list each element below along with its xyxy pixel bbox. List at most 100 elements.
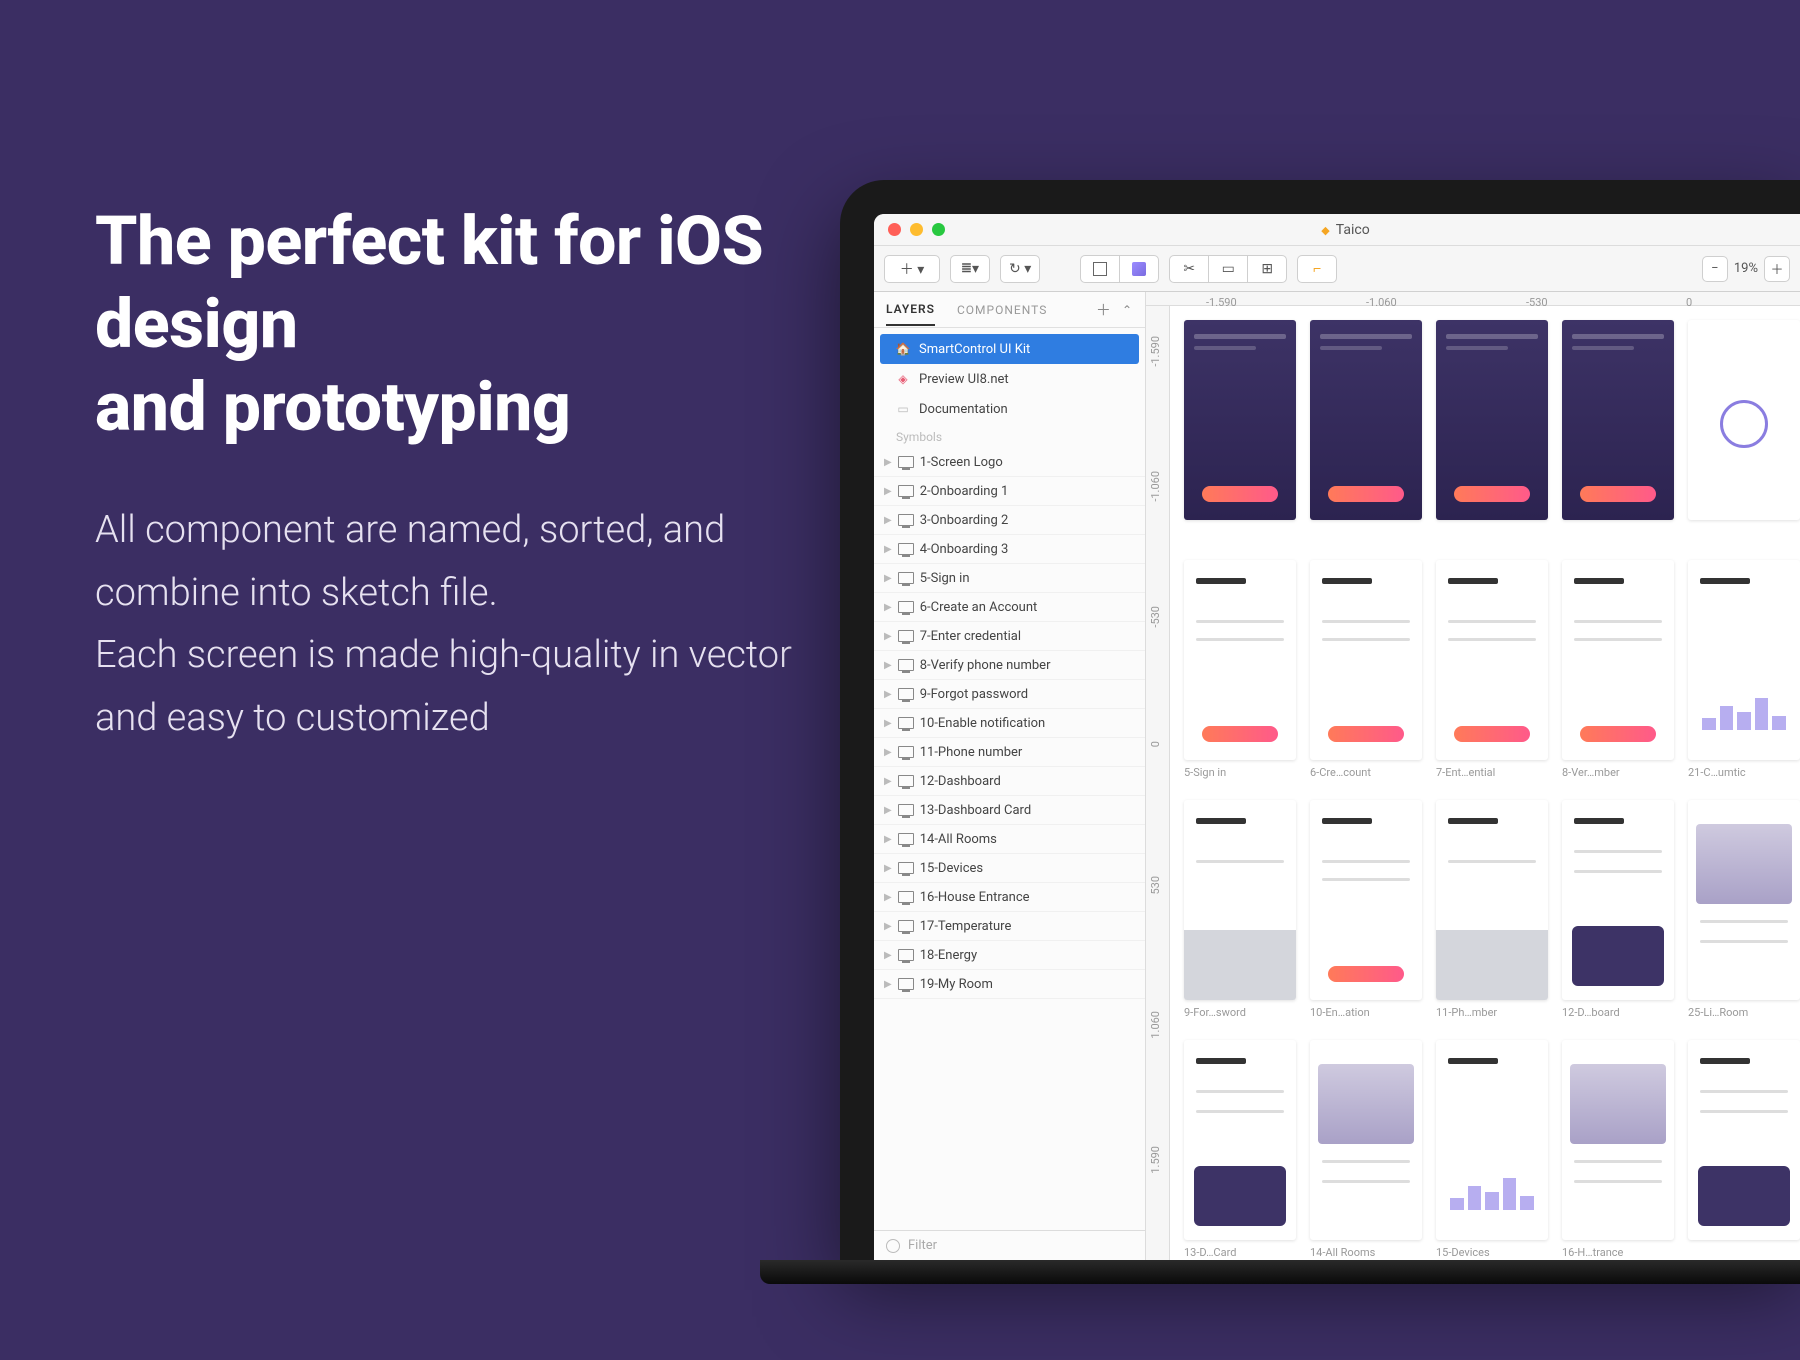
artboard-card[interactable]: 16-H…trance xyxy=(1562,1040,1674,1260)
layer-row[interactable]: ▶ 5-Sign in xyxy=(874,564,1145,593)
hero-body: All component are named, sorted, and com… xyxy=(95,499,855,750)
layer-row[interactable]: ▶11-Phone number xyxy=(874,738,1145,767)
artboard-icon xyxy=(898,543,914,555)
artboard-card[interactable] xyxy=(1562,320,1674,540)
artboard-card[interactable]: 9-For…sword xyxy=(1184,800,1296,1020)
layer-label: 12-Dashboard xyxy=(920,774,1001,789)
artboard-card[interactable]: 6-Cre…count xyxy=(1310,560,1422,780)
page-item[interactable]: ◈ Preview UI8.net xyxy=(874,364,1145,394)
artboard-icon xyxy=(898,659,914,671)
layer-row[interactable]: ▶18-Energy xyxy=(874,941,1145,970)
page-item[interactable]: ▭ Documentation xyxy=(874,394,1145,424)
artboard-card[interactable]: 8-Ver…mber xyxy=(1562,560,1674,780)
artboard-card[interactable]: 10-En…ation xyxy=(1310,800,1422,1020)
artboard-card[interactable]: 14-All Rooms xyxy=(1310,1040,1422,1260)
prev-icon: ◈ xyxy=(896,372,910,386)
artboard-label: 9-For…sword xyxy=(1184,1006,1296,1020)
artboard-label: 11-Ph…mber xyxy=(1436,1006,1548,1020)
chevron-right-icon: ▶ xyxy=(884,457,892,468)
layer-row[interactable]: ▶8-Verify phone number xyxy=(874,651,1145,680)
artboard-card[interactable] xyxy=(1436,320,1548,540)
page-label: Preview UI8.net xyxy=(919,372,1009,387)
layer-row[interactable]: ▶6-Create an Account xyxy=(874,593,1145,622)
artboard-label: 14-All Rooms xyxy=(1310,1246,1422,1260)
chevron-right-icon: ▶ xyxy=(884,602,892,613)
align-tool-icon[interactable]: ▭ xyxy=(1208,255,1248,283)
layer-row[interactable]: ▶2-Onboarding 1 xyxy=(874,477,1145,506)
layer-row[interactable]: ▶9-Forgot password xyxy=(874,680,1145,709)
refresh-button[interactable]: ↻ ▾ xyxy=(1000,255,1040,283)
artboard-icon xyxy=(898,456,914,468)
artboard-card[interactable]: 15-Devices xyxy=(1436,1040,1548,1260)
layer-row[interactable]: ▶19-My Room xyxy=(874,970,1145,999)
canvas[interactable]: 5-Sign in6-Cre…count7-Ent…ential8-Ver…mb… xyxy=(1170,306,1800,1260)
artboard-card[interactable]: 13-D…Card xyxy=(1184,1040,1296,1260)
artboard-label: 25-Li…Room xyxy=(1688,1006,1800,1020)
tab-layers[interactable]: LAYERS xyxy=(886,302,935,326)
artboard-label: 13-D…Card xyxy=(1184,1246,1296,1260)
layer-row[interactable]: ▶10-Enable notification xyxy=(874,709,1145,738)
artboard-card[interactable] xyxy=(1184,320,1296,540)
layer-label: 19-My Room xyxy=(920,977,993,992)
distribute-tool-icon[interactable]: ⊞ xyxy=(1247,255,1287,283)
insert-button[interactable]: ＋ ▾ xyxy=(884,255,940,283)
layer-row[interactable]: ▶4-Onboarding 3 xyxy=(874,535,1145,564)
artboard-card[interactable]: 7-Ent…ential xyxy=(1436,560,1548,780)
page-label: Documentation xyxy=(919,402,1008,417)
artboard-icon xyxy=(898,775,914,787)
collapse-pages-icon[interactable]: ⌃ xyxy=(1122,303,1133,317)
layer-row[interactable]: ▶3-Onboarding 2 xyxy=(874,506,1145,535)
artboard-card[interactable] xyxy=(1688,1040,1800,1260)
artboard-card[interactable]: 21-C…umtic xyxy=(1688,560,1800,780)
filter-placeholder: Filter xyxy=(908,1238,937,1253)
hero-title: The perfect kit for iOS designand protot… xyxy=(95,200,855,449)
artboard-icon xyxy=(898,485,914,497)
chevron-right-icon: ▶ xyxy=(884,573,892,584)
layer-label: 15-Devices xyxy=(920,861,983,876)
layer-row[interactable]: ▶17-Temperature xyxy=(874,912,1145,941)
home-icon: 🏠 xyxy=(896,342,910,356)
artboard-icon xyxy=(898,746,914,758)
layer-label: 10-Enable notification xyxy=(920,716,1046,731)
cut-tool-icon[interactable]: ✂︎ xyxy=(1169,255,1209,283)
layer-label: 5-Sign in xyxy=(920,571,970,586)
zoom-window-icon[interactable] xyxy=(932,223,945,236)
tab-components[interactable]: COMPONENTS xyxy=(957,303,1047,317)
doc-icon: ▭ xyxy=(896,402,910,416)
artboard-card[interactable]: 5-Sign in xyxy=(1184,560,1296,780)
layer-label: 2-Onboarding 1 xyxy=(920,484,1009,499)
image-tool-icon[interactable] xyxy=(1119,255,1159,283)
artboard-label xyxy=(1184,526,1296,540)
artboard-card[interactable] xyxy=(1688,320,1800,540)
zoom-in-button[interactable]: ＋ xyxy=(1764,256,1790,282)
artboard-label xyxy=(1688,1246,1800,1260)
layer-row[interactable]: ▶13-Dashboard Card xyxy=(874,796,1145,825)
layer-row[interactable]: ▶16-House Entrance xyxy=(874,883,1145,912)
minimize-icon[interactable] xyxy=(910,223,923,236)
layer-label: 11-Phone number xyxy=(920,745,1023,760)
filter-input[interactable]: Filter xyxy=(874,1230,1145,1260)
layer-row[interactable]: ▶12-Dashboard xyxy=(874,767,1145,796)
artboard-card[interactable]: 12-D…board xyxy=(1562,800,1674,1020)
artboard-icon xyxy=(898,862,914,874)
layers-toggle-icon[interactable]: ≣ ▾ xyxy=(950,255,990,283)
layer-label: 9-Forgot password xyxy=(920,687,1028,702)
layer-row[interactable]: ▶ 15-Devices xyxy=(874,854,1145,883)
zoom-out-button[interactable]: − xyxy=(1702,256,1728,282)
layer-row[interactable]: ▶1-Screen Logo xyxy=(874,448,1145,477)
artboard-icon xyxy=(898,688,914,700)
add-page-button[interactable]: ＋ xyxy=(1096,299,1112,320)
artboard-label xyxy=(1562,526,1674,540)
page-item[interactable]: 🏠SmartControl UI Kit xyxy=(880,334,1139,364)
corner-tool-icon[interactable]: ⌐ xyxy=(1297,255,1337,283)
layer-row[interactable]: ▶7-Enter credential xyxy=(874,622,1145,651)
symbols-label: Symbols xyxy=(874,426,1145,448)
artboard-card[interactable]: 25-Li…Room xyxy=(1688,800,1800,1020)
layer-row[interactable]: ▶14-All Rooms xyxy=(874,825,1145,854)
rect-tool-icon[interactable] xyxy=(1080,255,1120,283)
chevron-right-icon: ▶ xyxy=(884,863,892,874)
chevron-right-icon: ▶ xyxy=(884,805,892,816)
close-icon[interactable] xyxy=(888,223,901,236)
artboard-card[interactable]: 11-Ph…mber xyxy=(1436,800,1548,1020)
artboard-card[interactable] xyxy=(1310,320,1422,540)
